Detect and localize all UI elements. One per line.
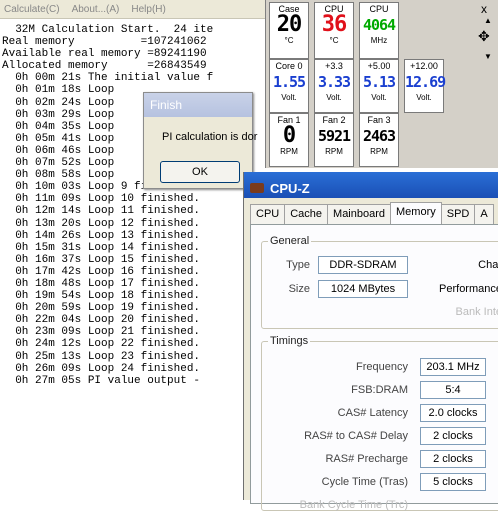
tile-label: Fan 3	[367, 115, 391, 125]
log-line: Available real memory =89241190	[2, 48, 207, 61]
tab-mainboard[interactable]: Mainboard	[327, 204, 392, 224]
timing-value: 5:4	[420, 381, 486, 399]
tile-unit: Volt.	[326, 93, 342, 102]
timing-value: 203.1 MHz	[420, 358, 486, 376]
general-group-label: General	[268, 235, 312, 247]
tile-unit: °C	[284, 36, 294, 45]
type-label: Type	[286, 259, 310, 271]
cpuz-logo-icon	[250, 183, 264, 193]
type-field: DDR-SDRAM	[318, 256, 408, 274]
tile-value: 20	[276, 12, 303, 37]
performance-label: Performance	[439, 283, 498, 295]
cpuz-window: CPU-Z CPU Cache Mainboard Memory SPD A G…	[243, 172, 498, 511]
timings-group: Timings Frequency 203.1 MHz FSB:DRAM 5:4 CAS…	[261, 335, 498, 511]
tile-value: 5.13	[362, 73, 396, 91]
timing-value: 2 clocks	[420, 427, 486, 445]
move-icon[interactable]: ✥	[478, 28, 490, 45]
log-line: 0h 00m 21s The initial value f	[2, 72, 214, 85]
tile-value: 1.55	[272, 73, 306, 91]
arrow-down-icon[interactable]: ▼	[484, 52, 492, 61]
tile-unit: RPM	[370, 147, 388, 156]
size-label: Size	[288, 283, 310, 295]
timing-label: RAS# to CAS# Delay	[304, 430, 408, 442]
fan2-tile: Fan 2 5921 RPM	[314, 113, 354, 167]
timing-label: Frequency	[356, 361, 408, 373]
core0-volt-tile: Core 0 1.55 Volt.	[269, 59, 309, 113]
log-line: 32M Calculation Start. 24 ite	[2, 24, 214, 36]
tile-label: Fan 2	[322, 115, 346, 125]
tab-cache[interactable]: Cache	[284, 204, 329, 224]
tile-label: +3.3	[325, 61, 343, 71]
menu-bar: Calculate(C) About...(A) Help(H)	[0, 0, 300, 19]
cpuz-tabs: CPU Cache Mainboard Memory SPD A	[250, 202, 494, 224]
tile-unit: RPM	[280, 147, 298, 156]
v12-volt-tile: +12.00 12.69 Volt.	[404, 59, 446, 113]
tile-unit: MHz	[370, 36, 388, 45]
finish-dialog-title: Finish	[144, 93, 252, 117]
cpu-freq-tile: CPU 4064 MHz	[359, 2, 399, 59]
timings-group-label: Timings	[268, 335, 311, 347]
case-temp-tile: Case 20 °C	[269, 2, 309, 59]
timing-value: 2 clocks	[420, 450, 486, 468]
tab-about[interactable]: A	[474, 204, 494, 224]
general-group: General Type DDR-SDRAM Char Size 1024 MB…	[261, 235, 498, 329]
size-field: 1024 MBytes	[318, 280, 408, 298]
memory-tab-panel: General Type DDR-SDRAM Char Size 1024 MB…	[250, 224, 498, 511]
tile-value: 0	[282, 123, 296, 148]
finish-dialog: Finish PI calculation is dor OK	[143, 92, 257, 189]
tile-unit: RPM	[325, 147, 343, 156]
log-line: Real memory =107241062	[2, 36, 207, 49]
tile-label: CPU	[369, 4, 389, 14]
v33-volt-tile: +3.3 3.33 Volt.	[314, 59, 354, 113]
timing-label: RAS# Precharge	[325, 453, 408, 465]
timing-label: Bank Cycle Time (Trc)	[299, 499, 408, 511]
v5-volt-tile: +5.00 5.13 Volt.	[359, 59, 399, 113]
cpuz-title: CPU-Z	[270, 180, 310, 196]
timing-value: 2.0 clocks	[420, 404, 486, 422]
timing-label: CAS# Latency	[337, 407, 408, 419]
hardware-monitor-widget: Case 20 °C CPU 36 °C CPU 4064 MHz Core 0 1.55 Volt.…	[265, 0, 498, 168]
timing-label: Cycle Time (Tras)	[321, 476, 408, 488]
tab-memory[interactable]: Memory	[390, 202, 442, 224]
cpu-temp-tile: CPU 36 °C	[314, 2, 354, 59]
tile-value: 3.33	[317, 73, 351, 91]
tile-unit: °C	[329, 36, 339, 45]
log-line: Allocated memory =26843549	[2, 60, 207, 73]
tile-value: 12.69	[405, 73, 446, 91]
finish-dialog-message: PI calculation is dor	[162, 131, 258, 143]
fan3-tile: Fan 3 2463 RPM	[359, 113, 399, 167]
cpuz-title-bar[interactable]: CPU-Z	[244, 172, 498, 198]
menu-about[interactable]: About...(A)	[72, 4, 120, 15]
tile-unit: Volt.	[281, 93, 297, 102]
ok-button[interactable]: OK	[160, 161, 240, 183]
tile-label: +12.00	[410, 61, 438, 71]
bank-interleave-label: Bank Inte	[455, 306, 498, 318]
menu-calculate[interactable]: Calculate(C)	[4, 4, 60, 15]
tile-value: 5921	[317, 127, 351, 145]
tile-unit: Volt.	[371, 93, 387, 102]
tile-value: 4064	[362, 16, 396, 34]
tile-label: Core 0	[275, 61, 303, 71]
channels-label: Char	[478, 259, 498, 271]
tile-label: +5.00	[367, 61, 391, 71]
tab-spd[interactable]: SPD	[440, 204, 476, 224]
arrow-up-icon[interactable]: ▲	[484, 16, 492, 25]
tile-unit: Volt.	[416, 93, 432, 102]
timing-value: 5 clocks	[420, 473, 486, 491]
tile-value: 36	[321, 12, 348, 37]
tab-cpu[interactable]: CPU	[250, 204, 286, 224]
menu-help[interactable]: Help(H)	[131, 4, 165, 15]
tile-value: 2463	[362, 127, 396, 145]
timing-label: FSB:DRAM	[351, 384, 408, 396]
fan1-tile: Fan 1 0 RPM	[269, 113, 309, 167]
close-icon[interactable]: x	[481, 2, 487, 16]
